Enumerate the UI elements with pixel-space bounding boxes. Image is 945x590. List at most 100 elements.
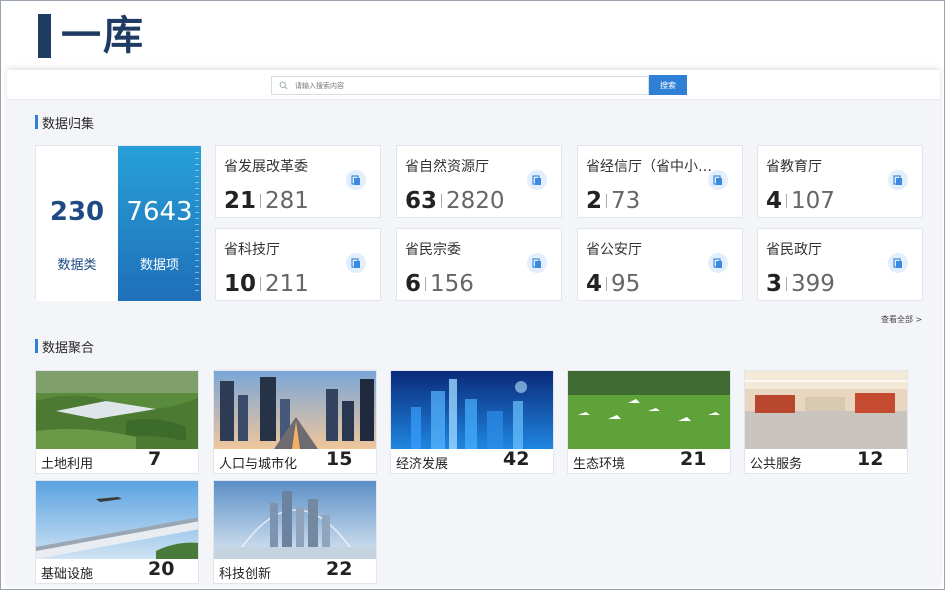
- see-all-link[interactable]: 查看全部 >: [881, 314, 922, 325]
- section-title: 数据归集: [42, 116, 95, 132]
- dept-card[interactable]: 省教育厅 4 107: [757, 145, 923, 218]
- dept-class-count: 2: [586, 188, 603, 214]
- dept-card[interactable]: 省民政厅 3 399: [757, 228, 923, 301]
- dept-stats: 21 281: [224, 188, 309, 214]
- topic-count: 12: [857, 448, 884, 470]
- topic-card-urbanization[interactable]: 人口与城市化 15: [213, 370, 377, 474]
- topic-card-economy[interactable]: 经济发展 42: [390, 370, 554, 474]
- dept-class-count: 3: [766, 271, 783, 297]
- dept-stats: 2 73: [586, 188, 640, 214]
- section-aggregation: 数据聚合: [35, 337, 94, 356]
- topic-name: 基础设施: [41, 567, 94, 582]
- search-input[interactable]: [291, 77, 648, 94]
- dept-class-count: 10: [224, 271, 257, 297]
- rail-bridge-image: [36, 481, 198, 559]
- topic-count: 21: [680, 448, 707, 470]
- dept-card[interactable]: 省科技厅 10 211: [215, 228, 381, 301]
- topic-card-infrastructure[interactable]: 基础设施 20: [35, 480, 199, 584]
- dept-item-count: 73: [611, 188, 641, 214]
- dept-class-count: 4: [586, 271, 603, 297]
- topic-name: 人口与城市化: [219, 457, 298, 472]
- section-collection: 数据归集: [35, 113, 95, 132]
- land-use-image: [36, 371, 198, 449]
- dept-card[interactable]: 省民宗委 6 156: [396, 228, 562, 301]
- topic-card-land-use[interactable]: 土地利用 7: [35, 370, 199, 474]
- document-icon: [527, 170, 547, 190]
- total-items-label: 数据项: [139, 258, 179, 273]
- dept-item-count: 211: [265, 271, 309, 297]
- search-icon: [275, 77, 291, 94]
- topic-count: 7: [148, 448, 162, 470]
- document-icon: [888, 253, 908, 273]
- total-items[interactable]: 7643 数据项: [118, 146, 201, 301]
- divider: [260, 277, 262, 291]
- total-categories-label: 数据类: [57, 258, 97, 273]
- topic-name: 土地利用: [41, 457, 94, 472]
- divider: [786, 194, 788, 208]
- totals-panel: 230 数据类 7643 数据项: [35, 145, 201, 301]
- dept-class-count: 63: [405, 188, 438, 214]
- topic-name: 公共服务: [750, 457, 803, 472]
- topic-name: 经济发展: [396, 457, 449, 472]
- dept-stats: 63 2820: [405, 188, 505, 214]
- divider: [786, 277, 788, 291]
- divider: [441, 194, 443, 208]
- document-icon: [346, 170, 366, 190]
- search-box[interactable]: [271, 76, 649, 95]
- document-icon: [346, 253, 366, 273]
- dept-name: 省民宗委: [405, 242, 461, 258]
- app-screen: 搜索 数据归集 230 数据类 7643 数据项 省发展改革委 21 281 省…: [7, 70, 940, 587]
- topic-count: 15: [326, 448, 353, 470]
- total-categories[interactable]: 230 数据类: [36, 146, 118, 301]
- dept-name: 省民政厅: [766, 242, 822, 258]
- dept-item-count: 156: [430, 271, 474, 297]
- topic-card-public-service[interactable]: 公共服务 12: [744, 370, 908, 474]
- divider: [606, 277, 608, 291]
- dept-card[interactable]: 省经信厅（省中小企业… 2 73: [577, 145, 743, 218]
- dept-name: 省经信厅（省中小企业…: [586, 159, 721, 175]
- document-icon: [708, 170, 728, 190]
- total-categories-value: 230: [49, 197, 105, 227]
- section-marker: [35, 115, 38, 129]
- document-icon: [708, 253, 728, 273]
- slide-title-bar: [38, 14, 51, 58]
- dept-class-count: 21: [224, 188, 257, 214]
- divider: [606, 194, 608, 208]
- total-items-value: 7643: [126, 197, 193, 227]
- service-hall-image: [745, 371, 907, 449]
- search-button[interactable]: 搜索: [649, 75, 687, 95]
- dept-stats: 10 211: [224, 271, 309, 297]
- dept-item-count: 95: [611, 271, 641, 297]
- dept-item-count: 399: [791, 271, 835, 297]
- dept-card[interactable]: 省发展改革委 21 281: [215, 145, 381, 218]
- dept-stats: 4 107: [766, 188, 835, 214]
- topic-card-ecology[interactable]: 生态环境 21: [567, 370, 731, 474]
- tech-city-image: [214, 481, 376, 559]
- digital-city-image: [391, 371, 553, 449]
- section-marker: [35, 339, 38, 353]
- dept-card[interactable]: 省自然资源厅 63 2820: [396, 145, 562, 218]
- dept-name: 省公安厅: [586, 242, 642, 258]
- top-bar: 搜索: [7, 70, 940, 100]
- dept-class-count: 6: [405, 271, 422, 297]
- document-icon: [888, 170, 908, 190]
- dept-stats: 3 399: [766, 271, 835, 297]
- dept-name: 省教育厅: [766, 159, 822, 175]
- dept-stats: 4 95: [586, 271, 640, 297]
- wetland-birds-image: [568, 371, 730, 449]
- topic-count: 22: [326, 558, 353, 580]
- dept-item-count: 107: [791, 188, 835, 214]
- dept-card[interactable]: 省公安厅 4 95: [577, 228, 743, 301]
- city-skyline-image: [214, 371, 376, 449]
- dept-stats: 6 156: [405, 271, 474, 297]
- topic-card-innovation[interactable]: 科技创新 22: [213, 480, 377, 584]
- topic-name: 科技创新: [219, 567, 272, 582]
- dept-item-count: 2820: [446, 188, 505, 214]
- topic-count: 42: [503, 448, 530, 470]
- dept-item-count: 281: [265, 188, 309, 214]
- dept-class-count: 4: [766, 188, 783, 214]
- slide-title: 一库: [61, 13, 145, 59]
- topic-name: 生态环境: [573, 457, 626, 472]
- dept-name: 省科技厅: [224, 242, 280, 258]
- dept-name: 省发展改革委: [224, 159, 308, 175]
